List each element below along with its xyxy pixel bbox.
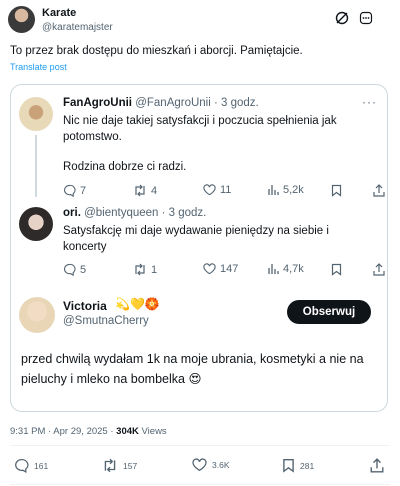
reply-name[interactable]: ori. [63, 207, 81, 219]
victoria-avatar[interactable] [19, 297, 55, 333]
reply-actions: 7 4 11 5,2k [63, 184, 385, 200]
like-count: 147 [220, 263, 239, 275]
share-icon [370, 458, 384, 473]
repost-count: 1 [151, 263, 158, 276]
reply-actions: 5 1 147 4,7k [63, 263, 385, 279]
timestamp-text[interactable]: 9:31 PM · Apr 29, 2025 · [10, 426, 116, 437]
views-label: Views [138, 426, 167, 437]
comment-count: 5 [80, 263, 87, 276]
repost-icon [135, 263, 145, 276]
victoria-name[interactable]: Victoria [63, 299, 107, 313]
tweet-text: To przez brak dostępu do mieszkań i abor… [10, 45, 303, 57]
reply-more-icon[interactable]: ··· [362, 95, 377, 109]
reply-text-line2: Rodzina dobrze ci radzi. [63, 161, 187, 173]
reply-repost[interactable]: 4 [133, 184, 157, 197]
reply-header: ori. @bientyqueen · 3 godz. [63, 207, 206, 219]
victoria-emoji: 💫💛🏵️ [115, 297, 160, 311]
divider [10, 484, 390, 485]
like-button[interactable]: 3.6K [192, 458, 230, 472]
victoria-post-header: Victoria 💫💛🏵️ @SmutnaCherry Obserwuj [19, 295, 379, 335]
quoted-media-card[interactable]: FanAgroUnii @FanAgroUnii · 3 godz. ··· N… [10, 84, 388, 412]
reply-text-line1: Nic nie daje takiej satysfakcji i poczuc… [63, 115, 337, 143]
tweet-header: Karate @karatemajster [8, 6, 392, 36]
views-count: 4,7k [283, 263, 304, 275]
like-count: 3.6K [212, 460, 230, 470]
reply-button[interactable]: 161 [14, 458, 48, 473]
more-options-icon[interactable] [358, 10, 374, 26]
reply-like[interactable]: 147 [203, 263, 238, 275]
reply-views[interactable]: 5,2k [267, 184, 304, 196]
comment-icon [63, 263, 76, 276]
bookmark-icon [283, 459, 294, 473]
reply-meta: @bientyqueen · 3 godz. [84, 207, 207, 219]
reply-count: 161 [34, 460, 49, 471]
bookmark-icon [331, 263, 342, 276]
share-icon [373, 263, 385, 276]
reply-bookmark[interactable] [331, 184, 342, 197]
author-name[interactable]: Karate [42, 7, 76, 19]
reply-share[interactable] [373, 184, 385, 197]
views-icon [268, 185, 279, 195]
reply-comment[interactable]: 7 [63, 184, 86, 197]
comment-count: 7 [80, 184, 87, 197]
divider [10, 445, 390, 446]
reply-name[interactable]: FanAgroUnii [63, 97, 132, 109]
reply-fanagrounii: FanAgroUnii @FanAgroUnii · 3 godz. ··· N… [11, 91, 387, 201]
reply-like[interactable]: 11 [203, 184, 231, 196]
bookmark-button[interactable]: 281 [282, 458, 314, 473]
comment-icon [63, 184, 76, 197]
victoria-handle[interactable]: @SmutnaCherry [63, 315, 149, 327]
bookmark-icon [331, 184, 342, 197]
tweet-timestamp: 9:31 PM · Apr 29, 2025 · 304K Views [10, 426, 167, 437]
bookmark-count: 281 [300, 460, 315, 471]
heart-icon [203, 263, 216, 275]
reply-repost[interactable]: 1 [133, 263, 157, 276]
follow-button[interactable]: Obserwuj [287, 300, 371, 324]
reply-share[interactable] [373, 263, 385, 276]
share-button[interactable] [370, 458, 384, 473]
views-count: 304K [116, 426, 139, 437]
reply-comment[interactable]: 5 [63, 263, 86, 276]
views-icon [268, 264, 279, 274]
repost-count: 157 [123, 460, 138, 471]
reply-text-line1: Satysfakcję mi daje wydawanie pieniędzy … [63, 225, 329, 253]
grok-icon[interactable] [334, 10, 350, 26]
author-handle[interactable]: @karatemajster [42, 22, 113, 33]
reply-meta: @FanAgroUnii · 3 godz. [135, 97, 259, 109]
heart-icon [203, 184, 216, 196]
translate-link[interactable]: Translate post [10, 62, 67, 72]
share-icon [373, 184, 385, 197]
tweet-actions: 161 157 3.6K 281 [10, 458, 390, 476]
victoria-text: przed chwilą wydałam 1k na moje ubrania,… [21, 352, 364, 386]
reply-avatar[interactable] [19, 207, 53, 241]
like-count: 11 [220, 184, 232, 196]
reply-avatar[interactable] [19, 97, 53, 131]
thread-line [35, 135, 37, 197]
heart-icon [192, 458, 207, 472]
views-count: 5,2k [283, 184, 304, 196]
repost-button[interactable]: 157 [102, 458, 137, 473]
author-avatar[interactable] [8, 6, 35, 33]
reply-bookmark[interactable] [331, 263, 342, 276]
repost-count: 4 [151, 184, 158, 197]
repost-icon [104, 458, 116, 473]
reply-header: FanAgroUnii @FanAgroUnii · 3 godz. [63, 97, 259, 109]
comment-icon [15, 458, 29, 473]
repost-icon [135, 184, 145, 197]
reply-ori: ori. @bientyqueen · 3 godz. Satysfakcję … [11, 203, 387, 281]
reply-views[interactable]: 4,7k [267, 263, 304, 275]
